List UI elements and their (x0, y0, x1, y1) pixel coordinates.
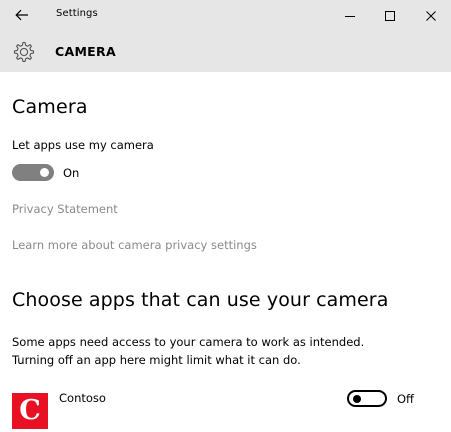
camera-access-toggle[interactable] (12, 164, 54, 181)
close-icon (426, 10, 436, 21)
app-name: Contoso (59, 391, 106, 405)
apps-description: Some apps need access to your camera to … (12, 333, 432, 369)
camera-section-title: Camera (12, 96, 88, 118)
learn-more-link[interactable]: Learn more about camera privacy settings (12, 238, 257, 252)
title-bar: Settings (0, 0, 451, 31)
window-title: Settings (56, 8, 98, 19)
maximize-icon (385, 10, 395, 21)
apps-section-title: Choose apps that can use your camera (12, 289, 389, 311)
close-button[interactable] (411, 2, 451, 29)
privacy-statement-link[interactable]: Privacy Statement (12, 202, 118, 216)
gear-icon (13, 41, 35, 63)
minimize-button[interactable] (330, 2, 370, 29)
toggle-knob (353, 394, 361, 403)
apps-description-line-1: Some apps need access to your camera to … (12, 335, 365, 349)
camera-toggle-state: On (63, 166, 80, 180)
contoso-app-icon: C (12, 393, 48, 429)
contoso-camera-toggle[interactable] (347, 390, 387, 407)
page-header: CAMERA (0, 31, 451, 72)
page-title: CAMERA (55, 44, 116, 59)
app-row-contoso: C Contoso Off (12, 388, 442, 429)
camera-toggle-label: Let apps use my camera (12, 138, 154, 152)
settings-window: Settings CAMERA Camera Let apps use my c… (0, 0, 451, 432)
back-button[interactable] (8, 3, 36, 27)
contoso-toggle-state: Off (397, 392, 414, 406)
maximize-button[interactable] (370, 2, 410, 29)
back-arrow-icon (15, 9, 28, 21)
toggle-knob (40, 168, 49, 177)
apps-description-line-2: Turning off an app here might limit what… (12, 353, 301, 367)
minimize-icon (345, 15, 355, 17)
